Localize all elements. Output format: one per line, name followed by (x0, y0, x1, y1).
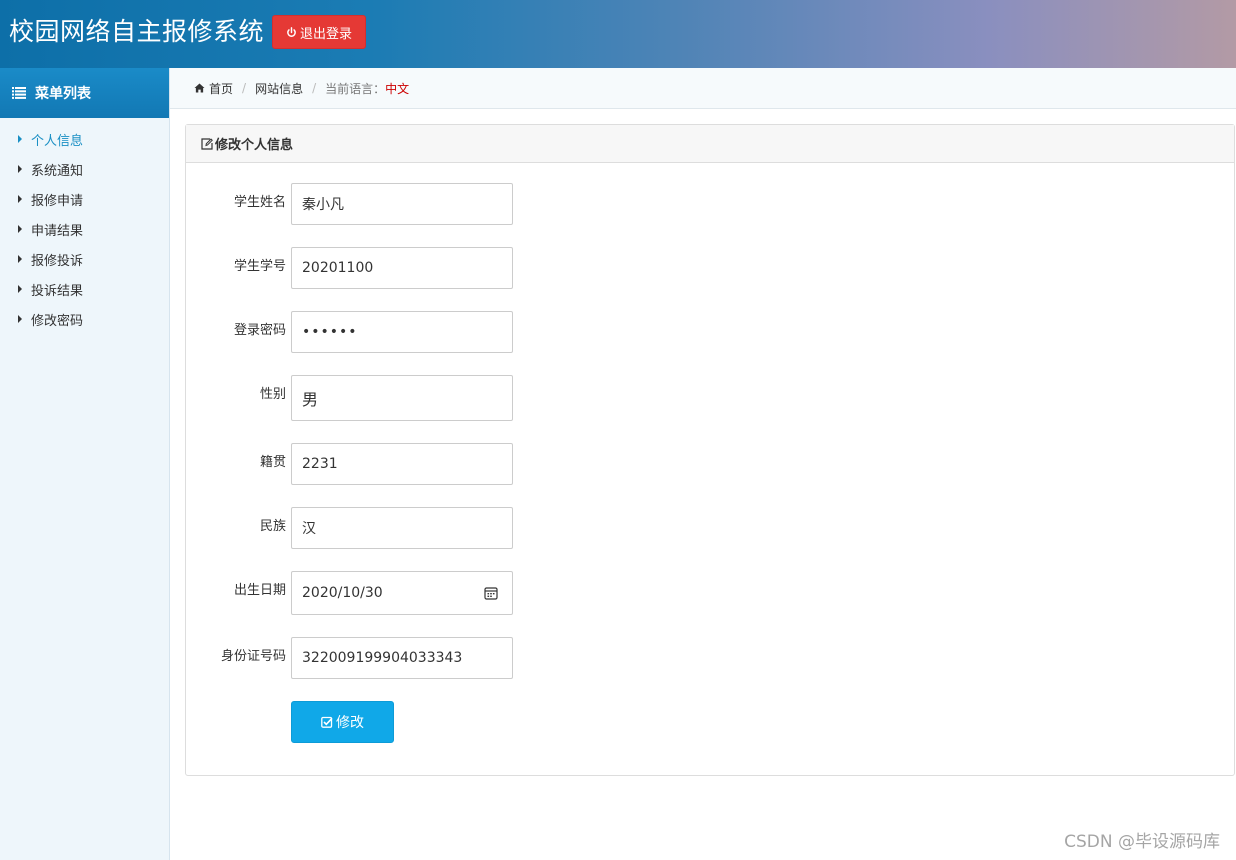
sidebar-item-label: 投诉结果 (31, 283, 84, 299)
caret-right-icon (18, 135, 22, 143)
sidebar-item-label: 系统通知 (31, 163, 84, 179)
student-id-label: 学生学号 (233, 259, 286, 274)
caret-right-icon (18, 315, 22, 323)
sidebar-item-complaint-result[interactable]: 投诉结果 (0, 274, 169, 304)
top-header: 校园网络自主报修系统 退出登录 (0, 0, 1236, 68)
sidebar-item-change-password[interactable]: 修改密码 (0, 304, 169, 334)
native-place-label: 籍贯 (259, 455, 286, 470)
sidebar-item-request-result[interactable]: 申请结果 (0, 214, 169, 244)
calendar-icon[interactable] (484, 586, 498, 600)
sidebar-item-label: 报修申请 (31, 193, 84, 209)
password-input[interactable]: •••••• (291, 311, 513, 353)
gender-label: 性别 (259, 387, 286, 402)
ethnicity-label: 民族 (259, 519, 286, 534)
menu-header: 菜单列表 (0, 68, 169, 118)
id-card-input[interactable]: 322009199904033343 (291, 637, 513, 679)
caret-right-icon (18, 195, 22, 203)
breadcrumb-home[interactable]: 首页 (209, 80, 233, 97)
birth-date-label: 出生日期 (233, 583, 286, 598)
sidebar-item-label: 个人信息 (31, 133, 84, 149)
ethnicity-input[interactable]: 汉 (291, 507, 513, 549)
id-card-label: 身份证号码 (220, 649, 286, 664)
sidebar-item-repair-complaint[interactable]: 报修投诉 (0, 244, 169, 274)
watermark: CSDN @毕设源码库 (1064, 832, 1220, 852)
sidebar-item-label: 修改密码 (31, 313, 84, 329)
gender-select[interactable]: 男 (291, 375, 513, 421)
student-name-input[interactable]: 秦小凡 (291, 183, 513, 225)
password-label: 登录密码 (233, 323, 286, 338)
sidebar-item-label: 申请结果 (31, 223, 84, 239)
menu-list: 个人信息 系统通知 报修申请 申请结果 报修投诉 投诉结果 修改密码 (0, 118, 169, 334)
edit-profile-panel: 修改个人信息 学生姓名 秦小凡 学生学号 20201100 登录密码 •••••… (185, 124, 1235, 776)
submit-edit-button[interactable]: 修改 (291, 701, 394, 743)
power-icon (287, 26, 296, 37)
student-name-label: 学生姓名 (233, 195, 286, 210)
app-title: 校园网络自主报修系统 (9, 17, 265, 46)
panel-title: 修改个人信息 (215, 138, 294, 153)
breadcrumb-separator: / (242, 81, 247, 95)
birth-date-value: 2020/10/30 (302, 585, 383, 601)
caret-right-icon (18, 255, 22, 263)
edit-icon (201, 137, 213, 150)
current-language-value: 中文 (385, 81, 410, 96)
sidebar: 菜单列表 个人信息 系统通知 报修申请 申请结果 报修投诉 投诉结果 修改密码 (0, 68, 170, 860)
current-language-label: 当前语言： (325, 81, 386, 96)
student-id-input[interactable]: 20201100 (291, 247, 513, 289)
home-icon (194, 83, 205, 93)
breadcrumb-separator: / (312, 81, 317, 95)
list-icon (12, 87, 26, 99)
breadcrumb-site-info[interactable]: 网站信息 (255, 80, 303, 97)
sidebar-item-system-notice[interactable]: 系统通知 (0, 154, 169, 184)
breadcrumb: 首页 / 网站信息 / 当前语言： 中文 (170, 68, 1236, 109)
birth-date-input[interactable]: 2020/10/30 (291, 571, 513, 615)
submit-label: 修改 (336, 715, 364, 731)
logout-label: 退出登录 (299, 26, 352, 42)
native-place-input[interactable]: 2231 (291, 443, 513, 485)
caret-right-icon (18, 165, 22, 173)
sidebar-item-label: 报修投诉 (31, 253, 84, 269)
logout-button[interactable]: 退出登录 (272, 15, 366, 49)
menu-title: 菜单列表 (35, 86, 91, 102)
caret-right-icon (18, 285, 22, 293)
panel-heading: 修改个人信息 (186, 125, 1234, 163)
caret-right-icon (18, 225, 22, 233)
check-square-icon (321, 716, 333, 728)
sidebar-item-personal-info[interactable]: 个人信息 (0, 124, 169, 154)
sidebar-item-repair-request[interactable]: 报修申请 (0, 184, 169, 214)
